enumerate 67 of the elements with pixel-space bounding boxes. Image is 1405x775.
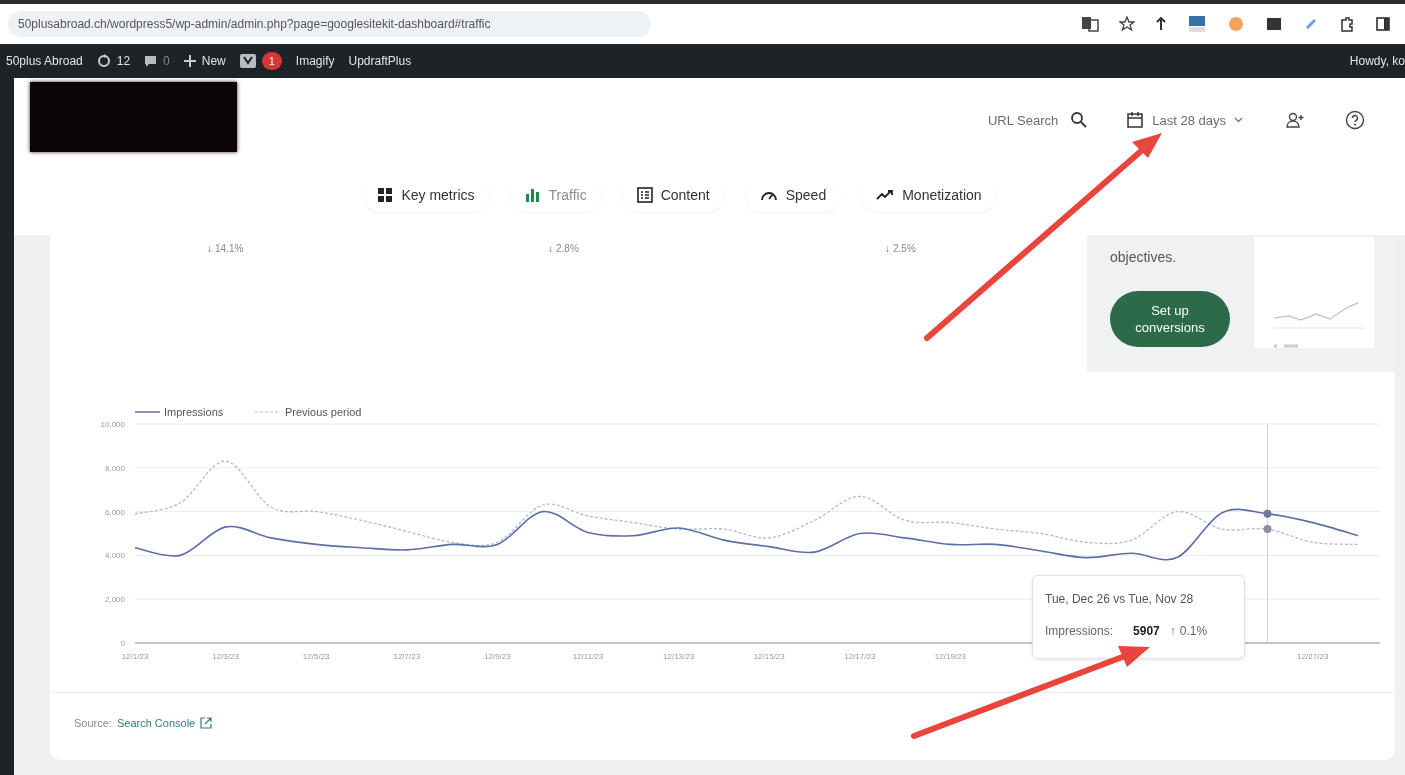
x-tick-label: 12/9/23 (484, 652, 512, 661)
navigation-tab[interactable]: Key metrics (363, 178, 489, 212)
comment-icon[interactable] (144, 54, 158, 68)
extension-icon[interactable] (1265, 15, 1283, 33)
x-tick-label: 12/13/23 (663, 652, 695, 661)
url-search-button[interactable]: URL Search (987, 112, 1059, 128)
x-tick-label: 12/15/23 (753, 652, 786, 661)
search-console-link[interactable]: Search Console (116, 717, 196, 729)
search-icon[interactable] (1070, 111, 1089, 129)
plus-icon[interactable] (183, 55, 196, 67)
y-tick-label: 0 (120, 639, 126, 648)
x-tick-label: 12/17/23 (844, 652, 876, 661)
x-tick-label: 12/7/23 (393, 652, 421, 661)
updates-count[interactable]: 12 (116, 54, 131, 68)
y-tick-label: 2,000 (104, 595, 126, 605)
navigation-tab[interactable]: Speed (745, 178, 841, 212)
admin-bar-link[interactable]: Imagify (295, 54, 335, 68)
tooltip-metric: Impressions: (1045, 624, 1114, 638)
navigation-tab[interactable]: Monetization (862, 178, 996, 212)
grid-icon (377, 187, 394, 203)
updates-icon[interactable] (96, 54, 111, 68)
x-tick-label: 12/1/23 (121, 652, 149, 661)
change-percentage: ↓ 2.8% (548, 243, 579, 254)
y-tick-label: 10,000 (100, 420, 126, 429)
tooltip-value: 5907 (1133, 624, 1160, 638)
source-label: Source: (74, 717, 112, 729)
help-icon[interactable] (1345, 110, 1365, 130)
promo-text: objectives. (1110, 249, 1178, 265)
calendar-icon (1126, 111, 1145, 129)
set-up-conversions-button[interactable]: Set up conversions (1110, 291, 1230, 347)
tooltip-date: Tue, Dec 26 vs Tue, Nov 28 (1045, 592, 1195, 606)
star-icon[interactable] (1119, 16, 1135, 32)
date-range-dropdown[interactable]: Last 28 days (1126, 111, 1243, 129)
x-tick-label: 12/5/23 (302, 652, 331, 661)
tooltip-change: ↑ 0.1% (1169, 624, 1208, 638)
y-tick-label: 4,000 (104, 551, 126, 561)
notification-badge: 1 (261, 52, 282, 70)
sidebar-icon[interactable] (1375, 16, 1391, 32)
x-tick-label: 12/27/23 (1297, 652, 1329, 661)
change-percentage: ↓ 14.1% (207, 243, 244, 254)
trend-icon (876, 189, 895, 201)
extension-icon[interactable] (1155, 17, 1167, 31)
user-add-icon[interactable] (1285, 111, 1305, 129)
bar-chart-icon (524, 187, 541, 203)
hover-point (1263, 525, 1272, 534)
new-link[interactable]: New (201, 54, 226, 68)
y-tick-label: 6,000 (104, 507, 126, 517)
seo-plugin-icon[interactable] (239, 54, 256, 68)
caret-icon (1234, 117, 1243, 123)
hover-point (1263, 509, 1272, 518)
address-bar[interactable]: 50plusabroad.ch/wordpress5/wp-admin/admin.php?page=googlesitekit-dashboard#traffic (8, 11, 651, 37)
admin-bar-link[interactable]: UpdraftPlus (348, 54, 412, 68)
x-tick-label: 12/11/23 (572, 652, 604, 661)
site-name-link[interactable]: 50plus Abroad (6, 54, 83, 68)
x-tick-label: 12/3/23 (212, 652, 240, 661)
puzzle-icon[interactable] (1339, 16, 1355, 32)
greeting-link[interactable]: Howdy, ko (1349, 54, 1405, 68)
change-percentage: ↓ 2.5% (885, 243, 916, 254)
translate-icon[interactable] (1081, 16, 1099, 32)
x-tick-label: 12/19/23 (934, 652, 967, 661)
external-link-icon[interactable] (200, 717, 213, 729)
legend-label: Previous period (285, 406, 362, 418)
navigation-tab[interactable]: Content (622, 178, 724, 212)
list-icon (636, 187, 653, 203)
y-tick-label: 8,000 (104, 463, 126, 473)
comments-count[interactable]: 0 (163, 54, 170, 68)
legend-label: Impressions (164, 406, 224, 418)
